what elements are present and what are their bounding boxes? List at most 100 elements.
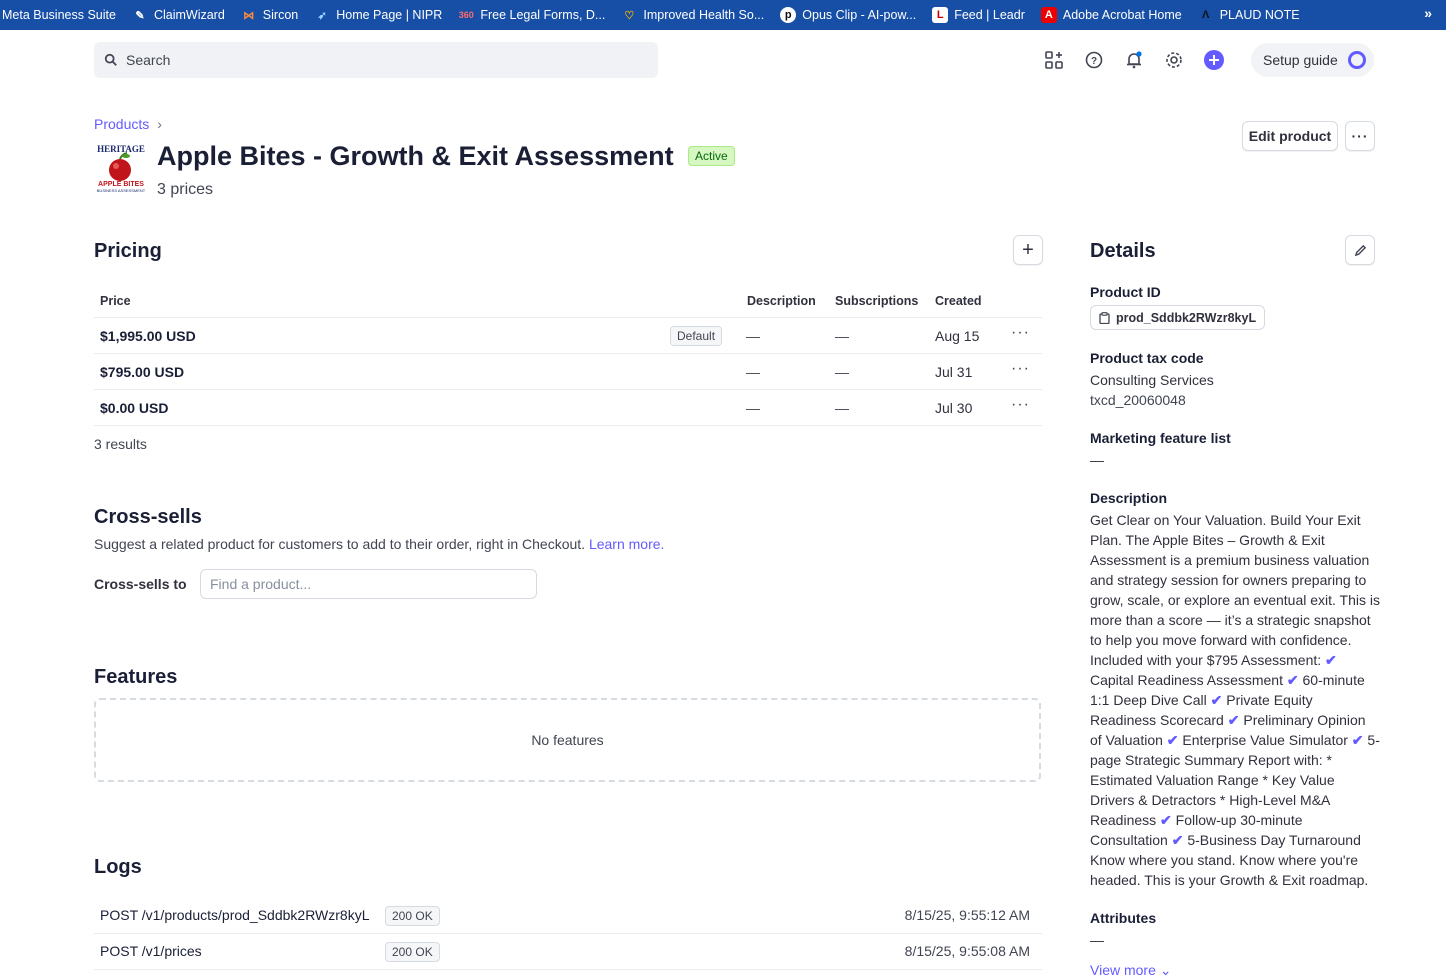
create-plus-icon[interactable] [1200, 46, 1228, 74]
settings-gear-icon[interactable] [1160, 46, 1188, 74]
edit-details-button[interactable] [1345, 235, 1375, 265]
column-header-subscriptions: Subscriptions [835, 294, 919, 308]
check-icon: ✔ [1351, 732, 1364, 748]
help-icon[interactable]: ? [1080, 46, 1108, 74]
table-row[interactable]: $0.00 USD — — Jul 30 ··· [94, 389, 1042, 426]
tax-code-id: txcd_20060048 [1090, 392, 1186, 408]
sircon-icon: ⋈ [243, 9, 255, 22]
bookmark-legal-forms[interactable]: 360 Free Legal Forms, D... [458, 5, 606, 25]
tax-code-label: Product tax code [1090, 350, 1204, 366]
pricing-table: Price Description Subscriptions Created … [94, 294, 1042, 426]
apple-logo-image: HERITAGE APPLE BITES BUSINESS ASSESSMENT [97, 144, 146, 193]
bookmark-meta-business-suite[interactable]: Meta Business Suite [2, 5, 116, 25]
page-title: Apple Bites - Growth & Exit Assessment [157, 141, 674, 171]
row-actions-icon[interactable]: ··· [1011, 360, 1030, 378]
table-row[interactable]: $1,995.00 USD Default — — Aug 15 ··· [94, 317, 1042, 353]
check-icon: ✔ [1160, 812, 1172, 828]
price-value: $795.00 USD [100, 364, 185, 380]
cross-sells-description: Suggest a related product for customers … [94, 536, 665, 552]
find-product-input[interactable]: Find a product... [200, 569, 537, 599]
check-icon: ✔ [1166, 732, 1179, 748]
claimwizard-icon: ✎ [135, 9, 145, 22]
log-request-path: POST /v1/products/prod_Sddbk2RWzr8kyL [100, 907, 370, 923]
bookmark-sircon[interactable]: ⋈ Sircon [241, 5, 298, 25]
apps-icon[interactable] [1040, 46, 1068, 74]
chevron-down-icon: ⌄ [1159, 962, 1172, 978]
product-id-label: Product ID [1090, 284, 1161, 300]
description-label: Description [1090, 490, 1168, 506]
marketing-feature-label: Marketing feature list [1090, 430, 1231, 446]
edit-product-button[interactable]: Edit product [1242, 121, 1338, 151]
legal-forms-icon: 360 [458, 10, 474, 20]
log-status-badge: 200 OK [385, 942, 440, 962]
default-badge: Default [670, 326, 723, 346]
nipr-icon: ➶ [317, 9, 327, 22]
cross-sells-to-label: Cross-sells to [94, 576, 187, 592]
price-value: $1,995.00 USD [100, 328, 196, 344]
tax-code-name: Consulting Services [1090, 372, 1214, 388]
breadcrumb-products-link[interactable]: Products [94, 116, 149, 132]
log-timestamp: 8/15/25, 9:55:12 AM [904, 907, 1030, 923]
column-header-description: Description [747, 294, 816, 308]
cross-sells-heading: Cross-sells [94, 506, 202, 528]
plus-icon: + [1022, 238, 1034, 261]
description-value: — [746, 328, 760, 344]
log-row[interactable]: POST /v1/products/prod_Sddbk2RWzr8kyL 20… [94, 898, 1042, 934]
product-logo: HERITAGE APPLE BITES BUSINESS ASSESSMENT [94, 142, 148, 196]
row-actions-icon[interactable]: ··· [1011, 396, 1030, 414]
column-header-price: Price [100, 294, 131, 308]
bookmarks-bar: Meta Business Suite ✎ ClaimWizard ⋈ Sircon… [0, 0, 1446, 30]
bookmark-claimwizard[interactable]: ✎ ClaimWizard [132, 5, 224, 25]
features-empty-state: No features [94, 698, 1041, 782]
check-icon: ✔ [1325, 652, 1337, 668]
marketing-feature-value: — [1090, 452, 1104, 468]
row-actions-icon[interactable]: ··· [1011, 324, 1030, 342]
bookmark-improved-health[interactable]: ♡ Improved Health So... [621, 5, 764, 25]
add-price-button[interactable]: + [1013, 235, 1043, 265]
log-timestamp: 8/15/25, 9:55:08 AM [904, 943, 1030, 959]
attributes-label: Attributes [1090, 910, 1157, 926]
learn-more-link[interactable]: Learn more. [589, 536, 664, 552]
view-more-link[interactable]: View more ⌄ [1090, 962, 1172, 979]
check-icon: ✔ [1227, 712, 1240, 728]
status-badge: Active [688, 146, 735, 166]
check-icon: ✔ [1286, 672, 1299, 688]
bookmark-acrobat[interactable]: A Adobe Acrobat Home [1040, 5, 1182, 25]
logs-heading: Logs [94, 856, 142, 878]
column-header-created: Created [935, 294, 982, 308]
details-heading: Details [1090, 240, 1156, 262]
bookmark-nipr[interactable]: ➶ Home Page | NIPR [314, 5, 443, 25]
notifications-bell-icon[interactable] [1120, 46, 1148, 74]
description-value: — [746, 364, 760, 380]
heart-icon: ♡ [624, 9, 635, 22]
created-value: Aug 15 [935, 328, 980, 344]
svg-text:?: ? [1091, 56, 1097, 67]
price-count: 3 prices [157, 181, 214, 198]
product-description: Get Clear on Your Valuation. Build Your … [1090, 512, 1381, 888]
more-actions-button[interactable]: ··· [1345, 121, 1375, 151]
table-row[interactable]: $795.00 USD — — Jul 31 ··· [94, 353, 1042, 389]
clipboard-icon [1099, 311, 1110, 324]
acrobat-icon: A [1040, 7, 1057, 23]
price-value: $0.00 USD [100, 400, 169, 416]
subscriptions-value: — [835, 328, 849, 344]
setup-guide-button[interactable]: Setup guide [1251, 43, 1374, 77]
breadcrumb: Products › [94, 116, 162, 132]
created-value: Jul 31 [935, 364, 973, 380]
log-row[interactable]: POST /v1/prices 200 OK 8/15/25, 9:55:08 … [94, 934, 1042, 970]
progress-ring-icon [1347, 51, 1366, 69]
svg-text:BUSINESS ASSESSMENT: BUSINESS ASSESSMENT [97, 188, 146, 193]
opus-clip-icon: p [780, 7, 797, 23]
description-value: — [746, 400, 760, 416]
product-id-copy-button[interactable]: prod_Sddbk2RWzr8kyL [1090, 305, 1266, 330]
bookmark-opus-clip[interactable]: p Opus Clip - AI-pow... [780, 5, 916, 25]
results-count: 3 results [94, 436, 147, 452]
search-input[interactable]: Search [94, 42, 658, 78]
bookmarks-overflow-icon[interactable]: » [1424, 5, 1432, 21]
bookmark-leadr[interactable]: L Feed | Leadr [932, 5, 1025, 25]
bookmark-plaud-note[interactable]: Λ PLAUD NOTE [1197, 5, 1300, 25]
log-request-path: POST /v1/prices [100, 943, 202, 959]
subscriptions-value: — [835, 400, 849, 416]
log-status-badge: 200 OK [385, 906, 440, 926]
svg-text:HERITAGE: HERITAGE [97, 144, 145, 154]
